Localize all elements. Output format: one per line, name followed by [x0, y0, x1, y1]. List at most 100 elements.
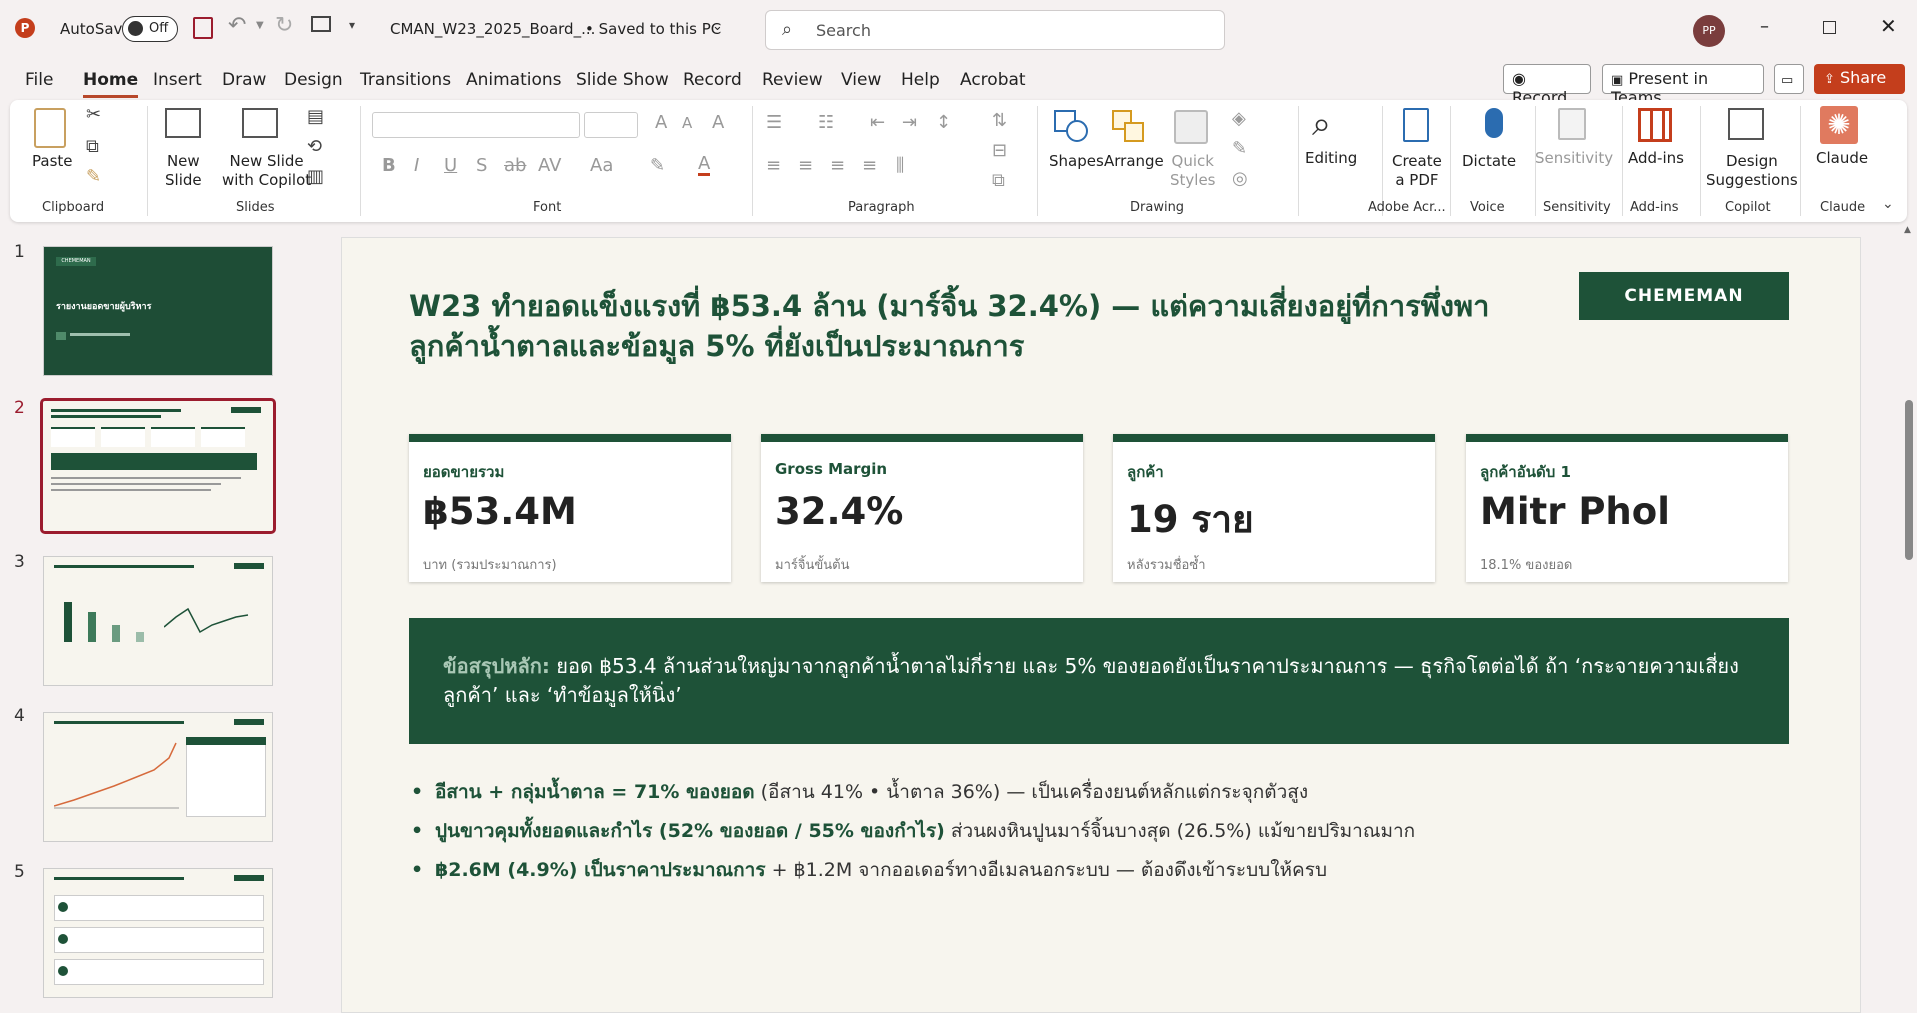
reset-icon[interactable]: ⟲	[307, 136, 322, 157]
new-slide-copilot-icon[interactable]	[242, 108, 278, 138]
shadow-icon[interactable]: S	[476, 155, 487, 176]
grow-font-icon[interactable]: A	[655, 112, 667, 133]
numbering-icon[interactable]: ☷	[818, 112, 834, 133]
new-slide-icon[interactable]	[165, 108, 201, 138]
tab-home[interactable]: Home	[83, 70, 139, 98]
text-direction-icon[interactable]: ⇅	[992, 110, 1007, 131]
tab-file[interactable]: File	[25, 70, 53, 90]
search-box[interactable]: ⌕ Search	[765, 10, 1225, 50]
bullet-list[interactable]: อีสาน + กลุ่มน้ำตาล = 71% ของยอด (อีสาน …	[409, 773, 1809, 890]
align-right-icon[interactable]: ≡	[830, 155, 845, 176]
arrange-icon[interactable]	[1112, 110, 1146, 144]
add-ins-label[interactable]: Add-ins	[1628, 149, 1684, 168]
italic-icon[interactable]: I	[414, 155, 419, 176]
section-icon[interactable]: ▥	[307, 166, 324, 187]
design-suggestions-icon[interactable]	[1728, 108, 1764, 140]
editing-label[interactable]: Editing	[1305, 149, 1357, 168]
claude-icon[interactable]: ✺	[1820, 106, 1858, 144]
tab-view[interactable]: View	[841, 70, 881, 90]
claude-label[interactable]: Claude	[1816, 149, 1868, 168]
microphone-icon[interactable]	[1485, 108, 1503, 138]
align-center-icon[interactable]: ≡	[798, 155, 813, 176]
collapse-ribbon-icon[interactable]: ⌄	[1882, 196, 1894, 212]
summary-box[interactable]: ข้อสรุปหลัก: ยอด ฿53.4 ล้านส่วนใหญ่มาจาก…	[409, 618, 1789, 744]
change-case-icon[interactable]: Aa	[590, 155, 613, 176]
tab-transitions[interactable]: Transitions	[360, 70, 451, 90]
tab-help[interactable]: Help	[901, 70, 940, 90]
slide-canvas[interactable]: CHEMEMAN W23 ทำยอดแข็งแรงที่ ฿53.4 ล้าน …	[341, 237, 1861, 1013]
create-pdf-icon[interactable]	[1403, 108, 1429, 142]
tab-record[interactable]: Record	[683, 70, 742, 90]
tab-review[interactable]: Review	[762, 70, 823, 90]
slide-thumbnail-4[interactable]	[43, 712, 273, 842]
bold-icon[interactable]: B	[382, 155, 396, 176]
tab-insert[interactable]: Insert	[153, 70, 202, 90]
present-from-start-icon[interactable]	[311, 16, 331, 32]
font-color-icon[interactable]: A	[698, 155, 711, 176]
char-spacing-icon[interactable]: AV	[538, 155, 561, 176]
slide-thumbnail-3[interactable]	[43, 556, 273, 686]
dictate-label[interactable]: Dictate	[1462, 152, 1516, 171]
arrange-label[interactable]: Arrange	[1104, 152, 1164, 171]
scroll-up-icon[interactable]: ▲	[1904, 225, 1911, 235]
quick-styles-label[interactable]: Quick Styles	[1170, 152, 1216, 190]
comments-button[interactable]: ▭	[1774, 64, 1804, 94]
underline-icon[interactable]: U	[444, 155, 457, 176]
autosave-toggle[interactable]: Off	[122, 16, 178, 42]
quick-styles-icon[interactable]	[1174, 110, 1208, 144]
create-pdf-label[interactable]: Create a PDF	[1392, 152, 1442, 190]
kpi-card-margin[interactable]: Gross Margin 32.4% มาร์จิ้นขั้นต้น	[761, 434, 1083, 582]
customize-toolbar-icon[interactable]: ▾	[349, 18, 355, 32]
sensitivity-label[interactable]: Sensitivity	[1535, 149, 1613, 168]
redo-icon[interactable]: ↻	[275, 13, 293, 38]
shape-outline-icon[interactable]: ✎	[1232, 138, 1247, 159]
tab-draw[interactable]: Draw	[222, 70, 266, 90]
save-status[interactable]: • Saved to this PC	[585, 20, 721, 38]
shape-effects-icon[interactable]: ◎	[1232, 168, 1248, 189]
undo-icon[interactable]: ↶	[228, 13, 246, 38]
restore-icon[interactable]	[1823, 21, 1836, 34]
slide-thumbnail-1[interactable]: CHEMEMAN รายงานยอดขายผู้บริหาร	[43, 246, 273, 376]
shapes-icon[interactable]	[1054, 110, 1090, 146]
avatar[interactable]: PP	[1693, 15, 1725, 47]
slide-title[interactable]: W23 ทำยอดแข็งแรงที่ ฿53.4 ล้าน (มาร์จิ้น…	[409, 286, 1549, 366]
strikethrough-icon[interactable]: ab	[504, 155, 526, 176]
line-spacing-icon[interactable]: ↕	[936, 112, 951, 133]
format-painter-icon[interactable]: ✎	[86, 166, 101, 187]
cut-icon[interactable]: ✂	[86, 104, 101, 125]
sensitivity-icon[interactable]	[1558, 108, 1586, 140]
record-button[interactable]: ◉ Record	[1503, 64, 1591, 107]
vertical-scrollbar[interactable]: ▲	[1900, 225, 1917, 1013]
copy-icon[interactable]: ⧉	[86, 136, 99, 157]
slide-thumbnail-5[interactable]	[43, 868, 273, 998]
bullets-icon[interactable]: ☰	[766, 112, 782, 133]
decrease-indent-icon[interactable]: ⇤	[870, 112, 885, 133]
kpi-card-top-customer[interactable]: ลูกค้าอันดับ 1 Mitr Phol 18.1% ของยอด	[1466, 434, 1788, 582]
align-text-icon[interactable]: ⊟	[992, 140, 1007, 161]
shape-fill-icon[interactable]: ◈	[1232, 108, 1246, 129]
align-left-icon[interactable]: ≡	[766, 155, 781, 176]
smartart-icon[interactable]: ⧉	[992, 170, 1005, 191]
undo-dropdown-icon[interactable]: ▼	[256, 20, 264, 31]
save-status-chevron-icon[interactable]: ⌄	[712, 19, 723, 34]
add-ins-icon[interactable]	[1638, 108, 1672, 142]
save-icon[interactable]	[193, 17, 213, 39]
clear-format-icon[interactable]: A	[712, 112, 724, 133]
columns-icon[interactable]: ⫼	[896, 155, 904, 176]
kpi-card-customers[interactable]: ลูกค้า 19 ราย หลังรวมชื่อซ้ำ	[1113, 434, 1435, 582]
new-slide-copilot-label[interactable]: New Slide with Copilot	[222, 152, 311, 190]
minimize-icon[interactable]: –	[1760, 16, 1769, 37]
paste-icon[interactable]	[34, 108, 66, 148]
increase-indent-icon[interactable]: ⇥	[902, 112, 917, 133]
highlight-icon[interactable]: ✎	[650, 155, 665, 176]
present-in-teams-button[interactable]: ▣ Present in Teams	[1602, 64, 1764, 107]
new-slide-label[interactable]: New Slide	[165, 152, 202, 190]
tab-acrobat[interactable]: Acrobat	[960, 70, 1026, 90]
share-button[interactable]: ⇪ Share ⌄	[1814, 64, 1905, 105]
find-icon[interactable]: ⌕	[1312, 104, 1331, 144]
paste-label[interactable]: Paste	[32, 152, 73, 171]
font-size-combo[interactable]	[584, 112, 638, 138]
shapes-label[interactable]: Shapes	[1049, 152, 1104, 171]
tab-design[interactable]: Design	[284, 70, 343, 90]
slide-thumbnail-2[interactable]	[40, 398, 276, 534]
